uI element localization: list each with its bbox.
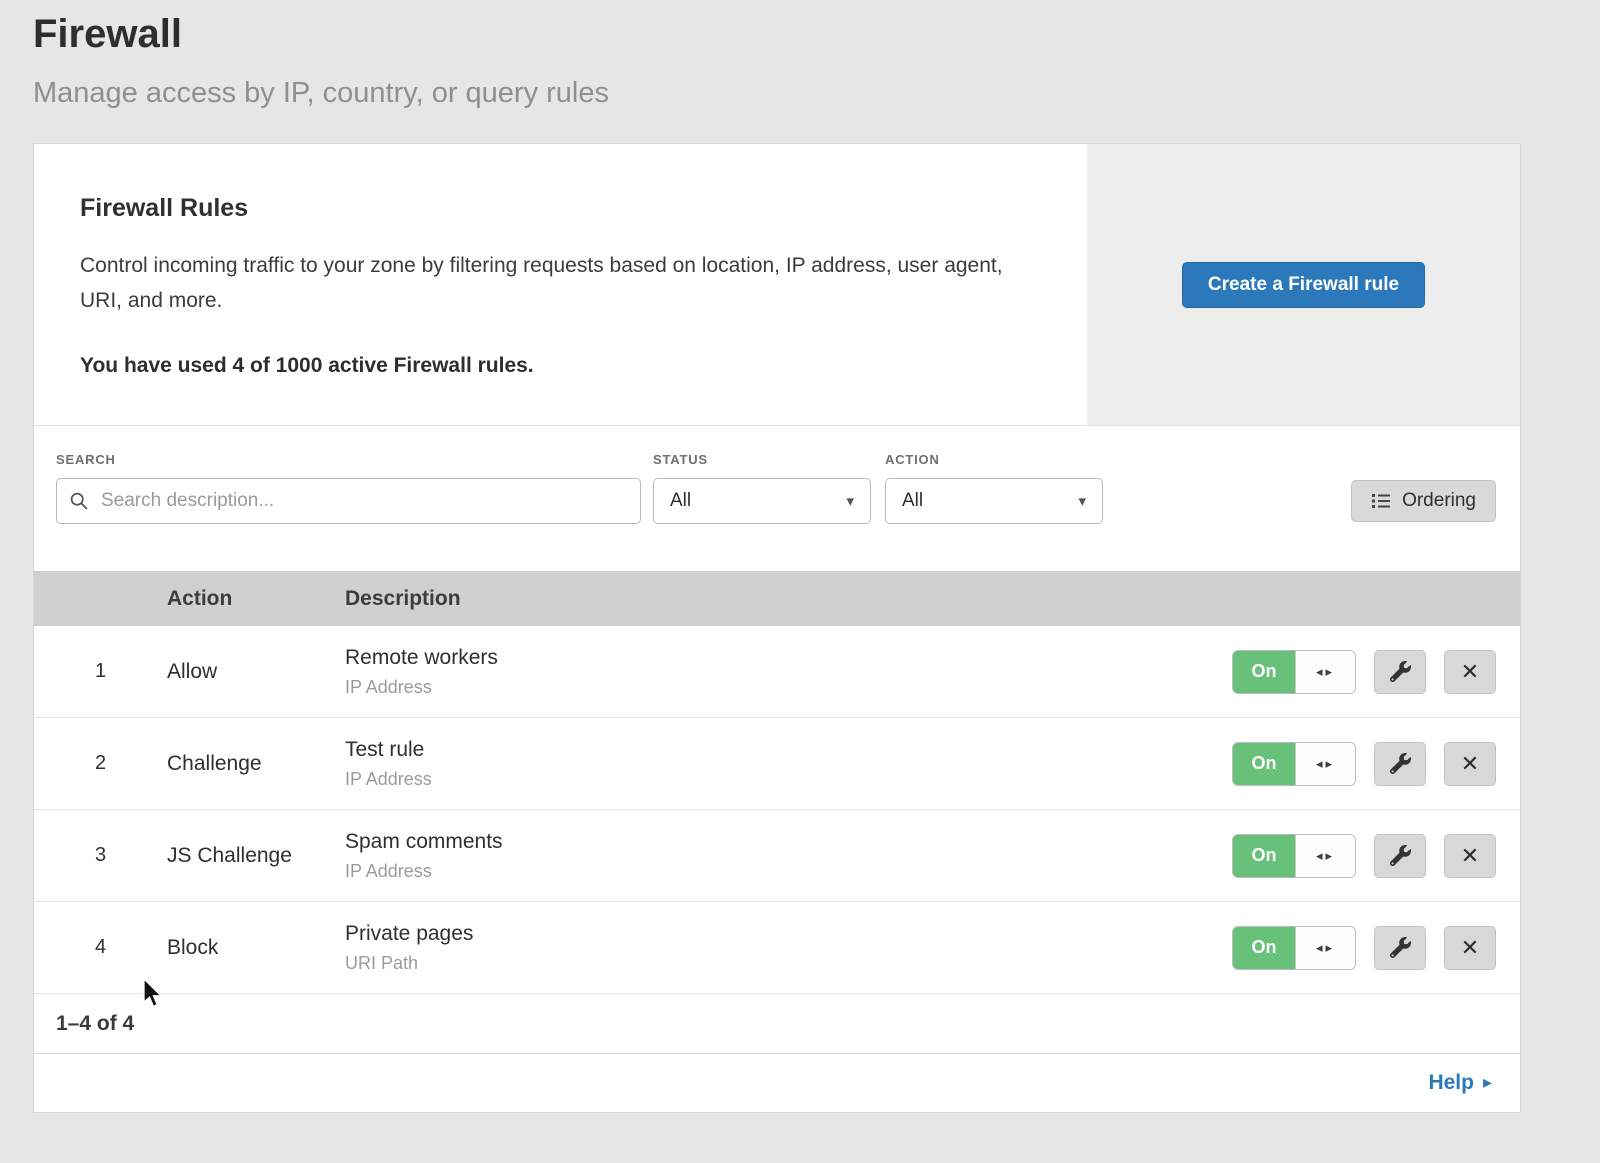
- firewall-rules-card: Firewall Rules Control incoming traffic …: [33, 143, 1521, 1113]
- drag-arrows-icon: ◂▸: [1316, 940, 1335, 956]
- status-select[interactable]: All ▾: [653, 478, 871, 524]
- rule-controls: On ◂▸ ✕: [1232, 926, 1496, 970]
- rule-type: IP Address: [345, 769, 1232, 790]
- search-icon: [69, 491, 89, 511]
- close-icon: ✕: [1461, 845, 1479, 867]
- toggle-handle[interactable]: ◂▸: [1295, 743, 1355, 785]
- page-title: Firewall: [33, 12, 1600, 57]
- action-select-value: All: [902, 490, 923, 512]
- help-link-label: Help: [1428, 1071, 1474, 1095]
- create-rule-panel: Create a Firewall rule: [1087, 144, 1520, 425]
- rule-toggle[interactable]: On ◂▸: [1232, 926, 1356, 970]
- wrench-icon: [1390, 753, 1411, 774]
- rule-action: Challenge: [167, 752, 345, 776]
- status-filter: STATUS All ▾: [653, 452, 871, 524]
- toggle-on-label: On: [1233, 835, 1295, 877]
- chevron-down-icon: ▾: [1078, 492, 1086, 510]
- drag-arrows-icon: ◂▸: [1316, 664, 1335, 680]
- column-header-action: Action: [167, 587, 345, 611]
- ordering-button[interactable]: Ordering: [1351, 480, 1496, 522]
- row-number: 1: [34, 660, 167, 683]
- toggle-on-label: On: [1233, 651, 1295, 693]
- search-box: [56, 478, 641, 524]
- status-label: STATUS: [653, 452, 871, 467]
- rule-title: Remote workers: [345, 646, 1232, 670]
- edit-rule-button[interactable]: [1374, 834, 1426, 878]
- table-row: 4 Block Private pages URI Path On ◂▸ ✕: [34, 902, 1520, 994]
- help-bar: Help ▸: [34, 1054, 1520, 1111]
- toggle-on-label: On: [1233, 743, 1295, 785]
- page-header: Firewall Manage access by IP, country, o…: [0, 0, 1600, 110]
- row-number: 2: [34, 752, 167, 775]
- table-row: 3 JS Challenge Spam comments IP Address …: [34, 810, 1520, 902]
- edit-rule-button[interactable]: [1374, 650, 1426, 694]
- action-label: ACTION: [885, 452, 1103, 467]
- edit-rule-button[interactable]: [1374, 742, 1426, 786]
- rule-action: Block: [167, 936, 345, 960]
- rule-title: Test rule: [345, 738, 1232, 762]
- toggle-handle[interactable]: ◂▸: [1295, 651, 1355, 693]
- chevron-down-icon: ▾: [846, 492, 854, 510]
- drag-arrows-icon: ◂▸: [1316, 756, 1335, 772]
- row-number: 4: [34, 936, 167, 959]
- edit-rule-button[interactable]: [1374, 926, 1426, 970]
- delete-rule-button[interactable]: ✕: [1444, 926, 1496, 970]
- toggle-handle[interactable]: ◂▸: [1295, 835, 1355, 877]
- rule-description: Remote workers IP Address: [345, 646, 1232, 698]
- table-header: Action Description: [34, 571, 1520, 626]
- toggle-on-label: On: [1233, 927, 1295, 969]
- drag-arrows-icon: ◂▸: [1316, 848, 1335, 864]
- rule-type: URI Path: [345, 953, 1232, 974]
- filters-bar: SEARCH STATUS All ▾ ACTION All ▾: [34, 426, 1520, 571]
- page-subtitle: Manage access by IP, country, or query r…: [33, 77, 1600, 110]
- ordering-button-label: Ordering: [1402, 490, 1476, 512]
- close-icon: ✕: [1461, 753, 1479, 775]
- search-input[interactable]: [56, 478, 641, 524]
- rule-description: Private pages URI Path: [345, 922, 1232, 974]
- action-select[interactable]: All ▾: [885, 478, 1103, 524]
- rules-description: Control incoming traffic to your zone by…: [80, 249, 1017, 318]
- results-count: 1–4 of 4: [34, 994, 1520, 1054]
- status-select-value: All: [670, 490, 691, 512]
- row-number: 3: [34, 844, 167, 867]
- wrench-icon: [1390, 937, 1411, 958]
- toggle-handle[interactable]: ◂▸: [1295, 927, 1355, 969]
- rules-info: Firewall Rules Control incoming traffic …: [34, 144, 1087, 425]
- action-filter: ACTION All ▾: [885, 452, 1103, 524]
- search-filter: SEARCH: [56, 452, 641, 524]
- rule-action: JS Challenge: [167, 844, 345, 868]
- rules-heading: Firewall Rules: [80, 194, 1017, 223]
- close-icon: ✕: [1461, 661, 1479, 683]
- search-label: SEARCH: [56, 452, 641, 467]
- rule-toggle[interactable]: On ◂▸: [1232, 742, 1356, 786]
- rule-action: Allow: [167, 660, 345, 684]
- rule-toggle[interactable]: On ◂▸: [1232, 650, 1356, 694]
- table-row: 2 Challenge Test rule IP Address On ◂▸ ✕: [34, 718, 1520, 810]
- delete-rule-button[interactable]: ✕: [1444, 650, 1496, 694]
- help-link[interactable]: Help ▸: [1428, 1071, 1492, 1095]
- rule-controls: On ◂▸ ✕: [1232, 834, 1496, 878]
- rule-description: Test rule IP Address: [345, 738, 1232, 790]
- table-row: 1 Allow Remote workers IP Address On ◂▸ …: [34, 626, 1520, 718]
- rule-controls: On ◂▸ ✕: [1232, 650, 1496, 694]
- rules-usage-text: You have used 4 of 1000 active Firewall …: [80, 354, 1017, 378]
- rule-controls: On ◂▸ ✕: [1232, 742, 1496, 786]
- delete-rule-button[interactable]: ✕: [1444, 834, 1496, 878]
- rule-description: Spam comments IP Address: [345, 830, 1232, 882]
- rule-toggle[interactable]: On ◂▸: [1232, 834, 1356, 878]
- rules-info-section: Firewall Rules Control incoming traffic …: [34, 144, 1520, 426]
- rule-type: IP Address: [345, 861, 1232, 882]
- close-icon: ✕: [1461, 937, 1479, 959]
- wrench-icon: [1390, 661, 1411, 682]
- ordered-list-icon: [1371, 492, 1391, 510]
- help-arrow-icon: ▸: [1483, 1072, 1492, 1093]
- rule-type: IP Address: [345, 677, 1232, 698]
- rule-title: Spam comments: [345, 830, 1232, 854]
- create-firewall-rule-button[interactable]: Create a Firewall rule: [1182, 262, 1425, 308]
- rule-title: Private pages: [345, 922, 1232, 946]
- wrench-icon: [1390, 845, 1411, 866]
- column-header-description: Description: [345, 587, 1520, 611]
- delete-rule-button[interactable]: ✕: [1444, 742, 1496, 786]
